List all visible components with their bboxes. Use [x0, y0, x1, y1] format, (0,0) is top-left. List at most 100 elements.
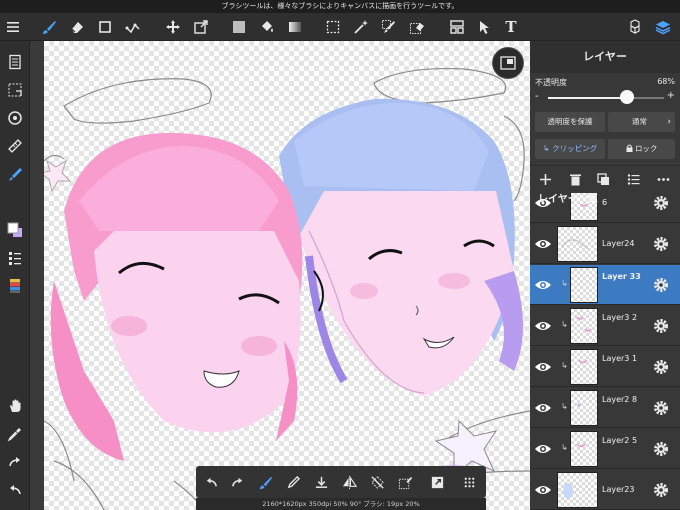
brush-size-button[interactable]	[254, 471, 276, 493]
layer-thumbnail	[557, 226, 598, 262]
more-tools-button[interactable]	[458, 471, 480, 493]
correction-tool-button[interactable]	[122, 16, 144, 38]
visibility-toggle[interactable]	[534, 236, 552, 252]
flip-button[interactable]	[338, 471, 360, 493]
text-tool-button[interactable]: T	[500, 16, 522, 38]
visibility-toggle[interactable]	[534, 359, 552, 375]
visibility-toggle[interactable]	[534, 400, 552, 416]
eyedropper-button[interactable]	[4, 423, 26, 445]
panel-layout-icon	[450, 20, 464, 34]
eye-icon	[535, 363, 551, 371]
gradient-tool-button[interactable]	[284, 16, 306, 38]
opacity-increase-button[interactable]: +	[667, 90, 675, 101]
layer-row-selected[interactable]: ↳ Layer 33	[530, 265, 680, 305]
layers-toggle-button[interactable]	[652, 16, 674, 38]
operation-tool-button[interactable]	[474, 16, 496, 38]
trash-icon	[569, 174, 581, 185]
duplicate-layer-button[interactable]	[594, 170, 612, 188]
gear-icon[interactable]	[652, 440, 670, 458]
frame-divider-button[interactable]	[446, 16, 468, 38]
opacity-control: 不透明度 68% - +	[530, 73, 680, 109]
layer-row[interactable]: ↳ Layer2 8	[530, 388, 680, 428]
visibility-toggle[interactable]	[534, 277, 552, 293]
ruler-button[interactable]	[4, 135, 26, 157]
visibility-toggle[interactable]	[534, 441, 552, 457]
layer-list: 6 Layer24 ↳ Layer 33 ↳ Layer3 2 ↳ Layer3…	[530, 193, 680, 510]
gear-icon[interactable]	[652, 317, 670, 335]
materials-button[interactable]	[624, 16, 646, 38]
gear-icon[interactable]	[652, 481, 670, 499]
save-button[interactable]	[310, 471, 332, 493]
protect-alpha-button[interactable]: 透明度を保護	[535, 112, 605, 132]
deselect-icon	[370, 475, 384, 489]
layer-list-button[interactable]	[4, 247, 26, 269]
hand-tool-button[interactable]	[4, 395, 26, 417]
select-tool-button[interactable]	[322, 16, 344, 38]
pen-button[interactable]	[282, 471, 304, 493]
layer-thumbnail	[570, 349, 598, 385]
color-swatch-button[interactable]	[4, 219, 26, 241]
delete-layer-button[interactable]	[566, 170, 584, 188]
opacity-slider-knob[interactable]	[619, 90, 634, 104]
eraser-tool-button[interactable]	[66, 16, 88, 38]
bucket-tool-button[interactable]	[256, 16, 278, 38]
opacity-decrease-button[interactable]: -	[535, 91, 539, 102]
undo-button[interactable]	[4, 479, 26, 501]
navigator-button[interactable]	[492, 47, 524, 79]
pen-icon	[287, 475, 300, 488]
shape-tool-button[interactable]	[94, 16, 116, 38]
eye-icon	[535, 240, 551, 248]
move-tool-button[interactable]	[162, 16, 184, 38]
transform-tool-button[interactable]	[190, 16, 212, 38]
cubes-icon	[630, 19, 640, 34]
blend-mode-select[interactable]: 通常 ›	[608, 112, 675, 132]
select-pen-button[interactable]	[378, 16, 400, 38]
canvas-area[interactable]	[30, 41, 530, 510]
deselect-button[interactable]	[366, 471, 388, 493]
magic-wand-button[interactable]	[350, 16, 372, 38]
more-options-button[interactable]	[654, 170, 672, 188]
panel-title: レイヤー	[530, 41, 680, 73]
grid-dots-icon	[464, 477, 474, 487]
selection-toggle-button[interactable]	[4, 79, 26, 101]
brush-tool-button[interactable]	[38, 16, 60, 38]
fill-color-button[interactable]	[228, 16, 250, 38]
brush-palette-button[interactable]	[4, 275, 26, 297]
menu-button[interactable]	[2, 16, 24, 38]
redo-button[interactable]	[4, 451, 26, 473]
gear-icon[interactable]	[652, 194, 670, 212]
pages-button[interactable]	[4, 51, 26, 73]
eraser-icon	[71, 22, 83, 33]
layer-thumbnail	[557, 472, 598, 508]
layer-thumbnail	[570, 390, 598, 426]
opacity-slider[interactable]	[548, 97, 664, 99]
layer-list-title: レイヤー一覧	[538, 194, 598, 205]
eye-icon	[535, 322, 551, 330]
gear-icon[interactable]	[652, 399, 670, 417]
layer-list-options-button[interactable]	[624, 170, 642, 188]
quick-access-button[interactable]	[426, 471, 448, 493]
layer-thumbnail	[570, 267, 598, 303]
gear-icon[interactable]	[652, 358, 670, 376]
visibility-toggle[interactable]	[534, 482, 552, 498]
layer-row[interactable]: Layer23	[530, 470, 680, 510]
layer-row[interactable]: ↳ Layer3 1	[530, 347, 680, 387]
lock-button[interactable]: ロック	[608, 139, 675, 159]
layer-row[interactable]: ↳ Layer3 2	[530, 306, 680, 346]
selection-edit-button[interactable]	[394, 471, 416, 493]
gear-icon[interactable]	[652, 276, 670, 294]
select-pen-icon	[382, 20, 395, 33]
visibility-toggle[interactable]	[534, 318, 552, 334]
hand-correction-button[interactable]	[4, 163, 26, 185]
bottom-undo-button[interactable]	[200, 471, 222, 493]
snap-button[interactable]	[4, 107, 26, 129]
layer-row[interactable]: ↳ Layer2 5	[530, 429, 680, 469]
gear-icon[interactable]	[652, 235, 670, 253]
select-eraser-button[interactable]	[406, 16, 428, 38]
canvas[interactable]	[44, 41, 530, 510]
layer-row[interactable]: Layer24	[530, 224, 680, 264]
clipping-button[interactable]: ↳ クリッピング	[535, 139, 605, 159]
bottom-redo-button[interactable]	[226, 471, 248, 493]
list-icon	[627, 173, 639, 185]
add-layer-button[interactable]	[536, 170, 554, 188]
